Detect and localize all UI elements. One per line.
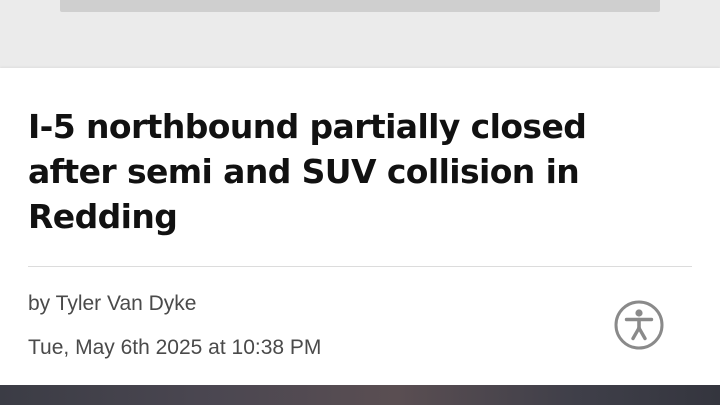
accessibility-icon: [614, 300, 664, 350]
top-banner-placeholder: [60, 0, 660, 12]
article-header: I-5 northbound partially closed after se…: [0, 68, 720, 385]
article-headline: I-5 northbound partially closed after se…: [28, 107, 587, 236]
accessibility-button[interactable]: [614, 300, 664, 350]
publish-timestamp: Tue, May 6th 2025 at 10:38 PM: [28, 336, 322, 359]
article-image: [0, 385, 720, 405]
byline: by Tyler Van Dyke: [28, 292, 196, 316]
divider: [28, 266, 692, 267]
author-link[interactable]: Tyler Van Dyke: [56, 292, 197, 315]
top-band: [0, 0, 720, 68]
byline-prefix: by: [28, 292, 51, 315]
